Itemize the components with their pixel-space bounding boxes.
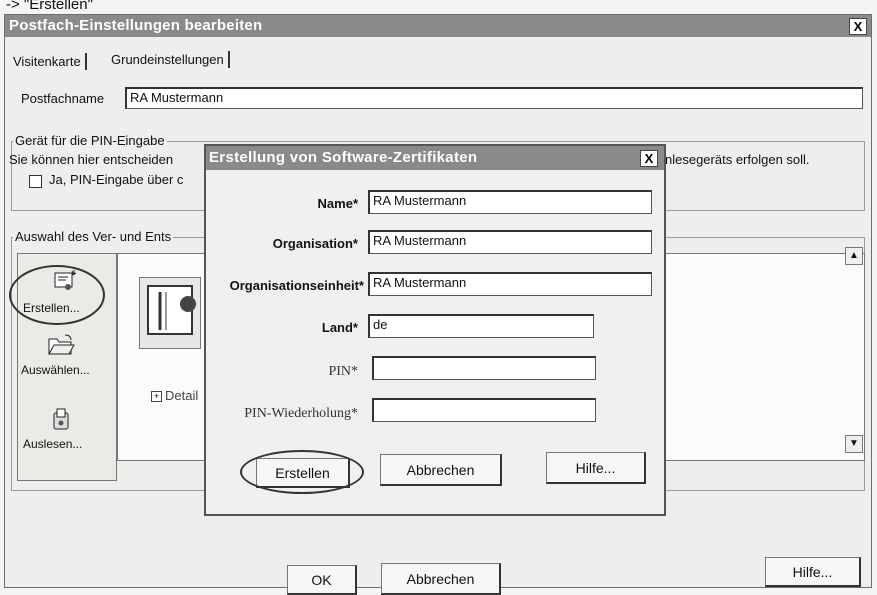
main-cancel-button[interactable]: Abbrechen: [381, 563, 501, 595]
mailbox-name-label: Postfachname: [21, 91, 105, 106]
scroll-up-icon[interactable]: ▲: [845, 247, 863, 265]
read-action[interactable]: [41, 407, 81, 436]
ok-button[interactable]: OK: [287, 565, 357, 595]
organisation-label: Organisation*: [272, 236, 358, 251]
tab-grundeinstellungen[interactable]: Grundeinstellungen: [107, 51, 230, 68]
highlight-circle-dialog-create: [240, 450, 364, 494]
pin-group-description-end: nlesegeräts erfolgen soll.: [665, 152, 810, 167]
certificate-image-icon: [147, 285, 196, 335]
dialog-close-icon[interactable]: X: [640, 150, 658, 167]
main-help-button[interactable]: Hilfe...: [765, 557, 861, 587]
name-label: Name*: [317, 196, 358, 211]
pin-group-legend: Gerät für die PIN-Eingabe: [13, 133, 167, 148]
pin-group-description: Sie können hier entscheiden: [9, 152, 174, 167]
country-label: Land*: [321, 320, 358, 335]
country-field[interactable]: de: [368, 314, 594, 338]
dialog-cancel-button[interactable]: Abbrechen: [380, 454, 502, 486]
pin-repeat-field[interactable]: [372, 398, 596, 422]
window-close-icon[interactable]: X: [849, 18, 867, 35]
select-action-label[interactable]: Auswählen...: [21, 363, 90, 377]
organisation-unit-field[interactable]: RA Mustermann: [368, 272, 652, 296]
organisation-field[interactable]: RA Mustermann: [368, 230, 652, 254]
expand-details-icon[interactable]: +: [151, 391, 162, 402]
highlight-circle-create: [9, 265, 105, 325]
software-certificate-dialog: Erstellung von Software-Zertifikaten X N…: [204, 144, 666, 516]
pin-field[interactable]: [372, 356, 596, 380]
organisation-unit-label: Organisationseinheit*: [229, 278, 364, 293]
pin-device-checkbox-label: Ja, PIN-Eingabe über c: [49, 172, 184, 187]
dialog-title: Erstellung von Software-Zertifikaten: [209, 149, 478, 166]
dialog-help-button[interactable]: Hilfe...: [546, 452, 646, 484]
card-reader-icon: [53, 408, 69, 430]
read-action-label[interactable]: Auslesen...: [23, 437, 82, 451]
window-title: Postfach-Einstellungen bearbeiten: [9, 17, 263, 34]
mailbox-name-field[interactable]: RA Mustermann: [125, 87, 863, 109]
dialog-titlebar: Erstellung von Software-Zertifikaten X: [206, 146, 664, 170]
caption-text: -> "Erstellen": [6, 0, 93, 13]
folder-open-icon: [48, 334, 75, 355]
name-field[interactable]: RA Mustermann: [368, 190, 652, 214]
pin-label: PIN*: [328, 364, 358, 379]
window-titlebar: Postfach-Einstellungen bearbeiten X: [5, 15, 871, 37]
pin-device-checkbox[interactable]: [29, 175, 42, 188]
selection-group-legend: Auswahl des Ver- und Ents: [13, 229, 174, 244]
pin-repeat-label: PIN-Wiederholung*: [244, 406, 358, 421]
select-action[interactable]: [41, 333, 81, 362]
scroll-down-icon[interactable]: ▼: [845, 435, 863, 453]
details-label: Detail: [165, 388, 199, 403]
tab-visitenkarte[interactable]: Visitenkarte: [9, 53, 87, 70]
certificate-thumbnail[interactable]: [139, 277, 201, 349]
